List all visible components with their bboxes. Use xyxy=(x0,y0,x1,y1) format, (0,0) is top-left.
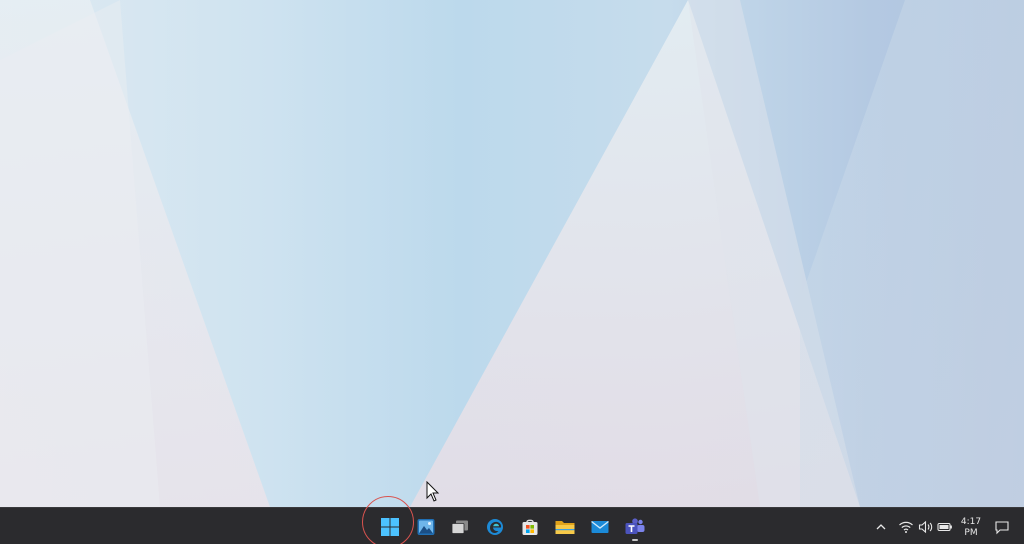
mail-app-button[interactable] xyxy=(587,514,613,540)
edge-browser-button[interactable] xyxy=(482,514,508,540)
photos-app-button[interactable] xyxy=(413,514,439,540)
clock-date: PM xyxy=(964,528,978,538)
clock-area[interactable]: 4:17 PM xyxy=(956,515,986,541)
wallpaper-art xyxy=(0,0,1024,507)
desktop-wallpaper[interactable] xyxy=(0,0,1024,507)
folder-icon xyxy=(555,521,575,534)
edge-browser-icon xyxy=(487,519,503,535)
battery-button[interactable] xyxy=(937,519,953,535)
photos-icon xyxy=(417,519,435,535)
volume-button[interactable] xyxy=(918,519,934,535)
wifi-icon xyxy=(899,521,913,533)
task-view-button[interactable] xyxy=(447,514,473,540)
clock-time: 4:17 xyxy=(960,517,982,527)
task-view-icon xyxy=(451,520,468,534)
notification-center-button[interactable] xyxy=(994,519,1010,535)
show-hidden-icons-button[interactable] xyxy=(873,519,889,535)
mail-icon xyxy=(591,520,609,533)
file-explorer-button[interactable] xyxy=(552,514,578,540)
microsoft-store-icon xyxy=(522,519,538,535)
teams-running-indicator xyxy=(632,539,638,541)
mouse-cursor-icon xyxy=(426,481,440,502)
microsoft-store-button[interactable] xyxy=(517,514,543,540)
chevron-up-icon xyxy=(876,524,886,530)
teams-icon xyxy=(625,518,645,534)
start-button[interactable] xyxy=(377,514,403,540)
desktop-screen: 4:17 PM xyxy=(0,0,1024,544)
teams-app-button[interactable] xyxy=(622,514,648,540)
notification-icon xyxy=(995,521,1009,535)
windows-logo-icon xyxy=(381,518,399,536)
speaker-icon xyxy=(918,520,933,534)
network-button[interactable] xyxy=(898,519,914,535)
taskbar: 4:17 PM xyxy=(0,496,1024,544)
battery-icon xyxy=(937,522,952,532)
